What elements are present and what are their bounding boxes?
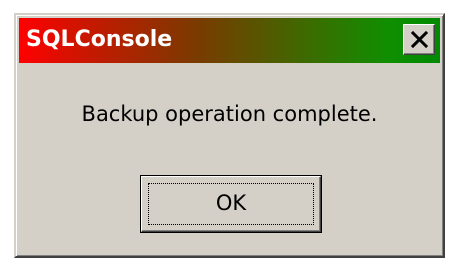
ok-button-label: OK	[215, 191, 247, 215]
title-bar[interactable]: SQLConsole	[19, 18, 440, 63]
dialog-message: Backup operation complete.	[81, 102, 378, 126]
close-icon	[411, 31, 428, 48]
message-dialog: SQLConsole Backup operation complete. OK	[14, 13, 445, 258]
close-button[interactable]	[403, 24, 435, 55]
dialog-title: SQLConsole	[26, 27, 173, 52]
ok-button[interactable]: OK	[140, 175, 322, 233]
